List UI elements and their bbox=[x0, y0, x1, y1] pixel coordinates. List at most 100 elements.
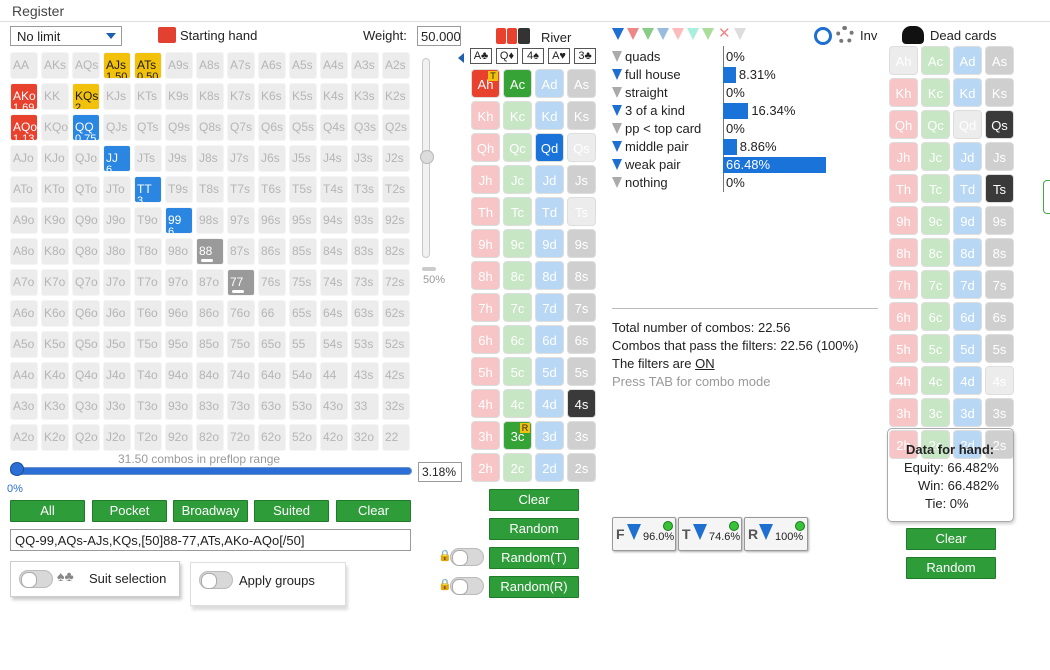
hand-cell[interactable]: K2s bbox=[382, 83, 410, 110]
hand-cell[interactable]: 99 6 bbox=[165, 207, 193, 234]
hand-cell[interactable]: A6s bbox=[258, 52, 286, 79]
hand-cell[interactable]: T4s bbox=[320, 176, 348, 203]
dead-card[interactable]: Kc bbox=[921, 78, 950, 107]
hand-cell[interactable]: 63o bbox=[258, 393, 286, 420]
hand-cell[interactable]: 42o bbox=[320, 424, 348, 451]
river-card[interactable]: Qc bbox=[503, 133, 532, 162]
hand-cell[interactable]: A3s bbox=[351, 52, 379, 79]
dead-card[interactable]: Kd bbox=[953, 78, 982, 107]
hand-cell[interactable]: Q8s bbox=[196, 114, 224, 141]
gear-icon[interactable] bbox=[836, 26, 854, 44]
hand-cell[interactable]: 53s bbox=[351, 331, 379, 358]
hand-cell[interactable]: 93o bbox=[165, 393, 193, 420]
hand-cell[interactable]: K7s bbox=[227, 83, 255, 110]
hand-cell[interactable]: 98s bbox=[196, 207, 224, 234]
river-card[interactable]: Jh bbox=[471, 165, 500, 194]
hand-cell[interactable]: T8s bbox=[196, 176, 224, 203]
dead-card[interactable]: Ah bbox=[889, 46, 918, 75]
prev-street-icon[interactable] bbox=[458, 53, 464, 63]
hand-cell[interactable]: 74s bbox=[320, 269, 348, 296]
hand-cell[interactable]: 86s bbox=[258, 238, 286, 265]
hand-cell[interactable]: KTs bbox=[134, 83, 162, 110]
filter-row[interactable]: full house 8.31% bbox=[612, 66, 842, 84]
hand-cell[interactable]: 43o bbox=[320, 393, 348, 420]
river-card[interactable]: 4h bbox=[471, 389, 500, 418]
hand-cell[interactable]: QJo bbox=[72, 145, 100, 172]
river-card[interactable]: Kd bbox=[535, 101, 564, 130]
hand-cell[interactable]: A9o bbox=[10, 207, 38, 234]
board-card-2[interactable]: Q♦ bbox=[496, 48, 518, 64]
dead-card[interactable]: Td bbox=[953, 174, 982, 203]
river-card[interactable]: 2h bbox=[471, 453, 500, 482]
limit-select[interactable]: No limit bbox=[10, 26, 122, 46]
hand-cell[interactable]: AQo 1.13 bbox=[10, 114, 38, 141]
hand-cell[interactable]: J2s bbox=[382, 145, 410, 172]
dead-card[interactable]: 9h bbox=[889, 206, 918, 235]
filter-icon[interactable] bbox=[612, 141, 622, 152]
hand-cell[interactable]: A7s bbox=[227, 52, 255, 79]
river-card[interactable]: Kh bbox=[471, 101, 500, 130]
dead-card[interactable]: 4s bbox=[985, 366, 1014, 395]
hand-cell[interactable]: 75s bbox=[289, 269, 317, 296]
hand-cell[interactable]: 92o bbox=[165, 424, 193, 451]
hand-cell[interactable]: K9s bbox=[165, 83, 193, 110]
hand-cell[interactable]: J9o bbox=[103, 207, 131, 234]
hand-cell[interactable]: 73s bbox=[351, 269, 379, 296]
hand-cell[interactable]: Q2o bbox=[72, 424, 100, 451]
filter-icon[interactable] bbox=[612, 51, 622, 62]
dead-card[interactable]: Tc bbox=[921, 174, 950, 203]
river-card[interactable]: 5d bbox=[535, 357, 564, 386]
hand-cell[interactable]: 95o bbox=[165, 331, 193, 358]
river-card[interactable]: 7h bbox=[471, 293, 500, 322]
dead-card[interactable]: Ac bbox=[921, 46, 950, 75]
lock-turn-toggle[interactable] bbox=[450, 548, 484, 566]
hand-cell[interactable]: Q8o bbox=[72, 238, 100, 265]
range-slider-track[interactable] bbox=[10, 467, 412, 475]
filter-row[interactable]: quads 0% bbox=[612, 48, 842, 66]
hand-cell[interactable]: 55 bbox=[289, 331, 317, 358]
hand-cell[interactable]: T8o bbox=[134, 238, 162, 265]
all-button[interactable]: All bbox=[10, 500, 85, 522]
suited-button[interactable]: Suited bbox=[254, 500, 329, 522]
hand-cell[interactable]: J5s bbox=[289, 145, 317, 172]
hand-cell[interactable]: T4o bbox=[134, 362, 162, 389]
hand-cell[interactable]: Q5s bbox=[289, 114, 317, 141]
dead-card[interactable]: 5h bbox=[889, 334, 918, 363]
river-card[interactable]: Kc bbox=[503, 101, 532, 130]
hand-cell[interactable]: 97o bbox=[165, 269, 193, 296]
hand-cell[interactable]: A4s bbox=[320, 52, 348, 79]
hand-cell[interactable]: A7o bbox=[10, 269, 38, 296]
river-card[interactable]: 9h bbox=[471, 229, 500, 258]
dead-card[interactable]: Jd bbox=[953, 142, 982, 171]
hand-cell[interactable]: Q2s bbox=[382, 114, 410, 141]
dead-card[interactable]: Kh bbox=[889, 78, 918, 107]
hand-cell[interactable]: 32s bbox=[382, 393, 410, 420]
river-clear-button[interactable]: Clear bbox=[489, 489, 579, 511]
hand-cell[interactable]: 94s bbox=[320, 207, 348, 234]
hand-cell[interactable]: K2o bbox=[41, 424, 69, 451]
hand-cell[interactable]: JJ 6 bbox=[103, 145, 131, 172]
hand-cell[interactable]: 84o bbox=[196, 362, 224, 389]
hand-cell[interactable]: 63s bbox=[351, 300, 379, 327]
hand-cell[interactable]: 85o bbox=[196, 331, 224, 358]
river-card[interactable]: Ad bbox=[535, 69, 564, 98]
dead-card[interactable]: 4d bbox=[953, 366, 982, 395]
hand-cell[interactable]: J2o bbox=[103, 424, 131, 451]
hand-cell[interactable]: AA bbox=[10, 52, 38, 79]
river-card[interactable]: 4d bbox=[535, 389, 564, 418]
filter-icon[interactable] bbox=[612, 105, 622, 116]
refresh-icon[interactable] bbox=[814, 27, 832, 45]
dead-card[interactable]: Jc bbox=[921, 142, 950, 171]
filter-teal-icon[interactable] bbox=[687, 28, 699, 40]
river-card[interactable]: Qh bbox=[471, 133, 500, 162]
river-random-button[interactable]: Random bbox=[489, 518, 579, 540]
hand-cell[interactable]: 95s bbox=[289, 207, 317, 234]
dead-card[interactable]: Js bbox=[985, 142, 1014, 171]
hand-cell[interactable]: A5s bbox=[289, 52, 317, 79]
hand-cell[interactable]: A8s bbox=[196, 52, 224, 79]
hand-cell[interactable]: 84s bbox=[320, 238, 348, 265]
hand-cell[interactable]: 54s bbox=[320, 331, 348, 358]
hand-cell[interactable]: 64o bbox=[258, 362, 286, 389]
hand-cell[interactable]: J3o bbox=[103, 393, 131, 420]
hand-cell[interactable]: 32o bbox=[351, 424, 379, 451]
